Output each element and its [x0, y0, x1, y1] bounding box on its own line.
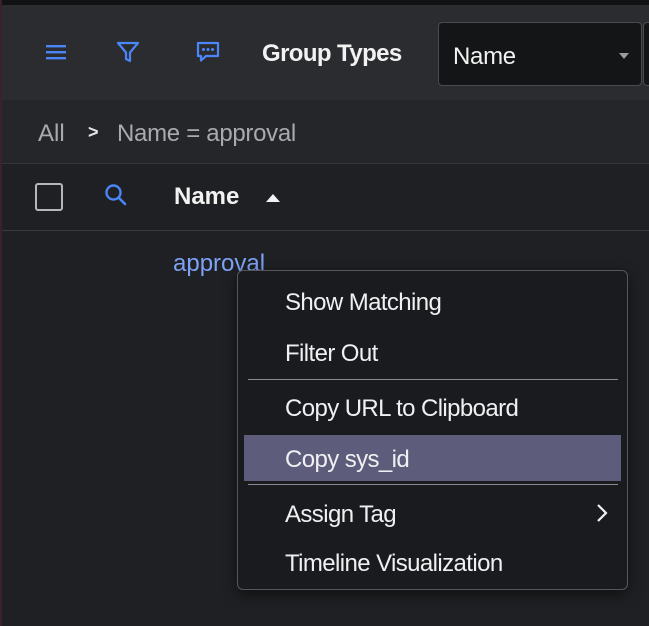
table-header-row: Name: [2, 164, 649, 231]
menu-item-copy-sys-id[interactable]: Copy sys_id: [244, 435, 621, 481]
menu-divider: [248, 379, 618, 380]
menu-divider: [248, 484, 618, 485]
menu-item-timeline-visualization[interactable]: Timeline Visualization: [244, 539, 621, 585]
chevron-right-icon: [597, 504, 608, 522]
context-menu: Show Matching Filter Out Copy URL to Cli…: [237, 270, 628, 590]
menu-item-show-matching[interactable]: Show Matching: [244, 278, 621, 324]
breadcrumb-all[interactable]: All: [38, 120, 65, 148]
list-toolbar: Group Types Name: [2, 5, 649, 100]
menu-item-label: Copy sys_id: [285, 446, 410, 473]
menu-icon[interactable]: [42, 38, 70, 66]
list-title: Group Types: [262, 40, 402, 67]
select-all-checkbox[interactable]: [35, 183, 63, 211]
next-field-select[interactable]: [643, 22, 649, 86]
chevron-down-icon: [619, 53, 629, 59]
breadcrumb-separator: >: [88, 122, 99, 142]
breadcrumb-condition[interactable]: Name = approval: [117, 120, 296, 148]
menu-item-label: Copy URL to Clipboard: [285, 395, 519, 422]
menu-item-label: Show Matching: [285, 289, 442, 316]
search-icon[interactable]: [103, 182, 129, 213]
comment-icon[interactable]: [194, 38, 222, 66]
column-header-name[interactable]: Name: [174, 183, 239, 211]
sort-ascending-icon: [266, 194, 280, 202]
menu-item-label: Timeline Visualization: [285, 550, 503, 577]
menu-item-copy-url[interactable]: Copy URL to Clipboard: [244, 384, 621, 430]
group-by-select-value: Name: [453, 43, 516, 70]
menu-item-label: Filter Out: [285, 340, 378, 367]
filter-icon[interactable]: [114, 38, 142, 66]
menu-item-filter-out[interactable]: Filter Out: [244, 329, 621, 375]
breadcrumb: All > Name = approval: [2, 100, 649, 164]
menu-item-label: Assign Tag: [285, 501, 397, 528]
menu-item-assign-tag[interactable]: Assign Tag: [244, 490, 621, 536]
group-by-select[interactable]: Name: [438, 22, 642, 86]
